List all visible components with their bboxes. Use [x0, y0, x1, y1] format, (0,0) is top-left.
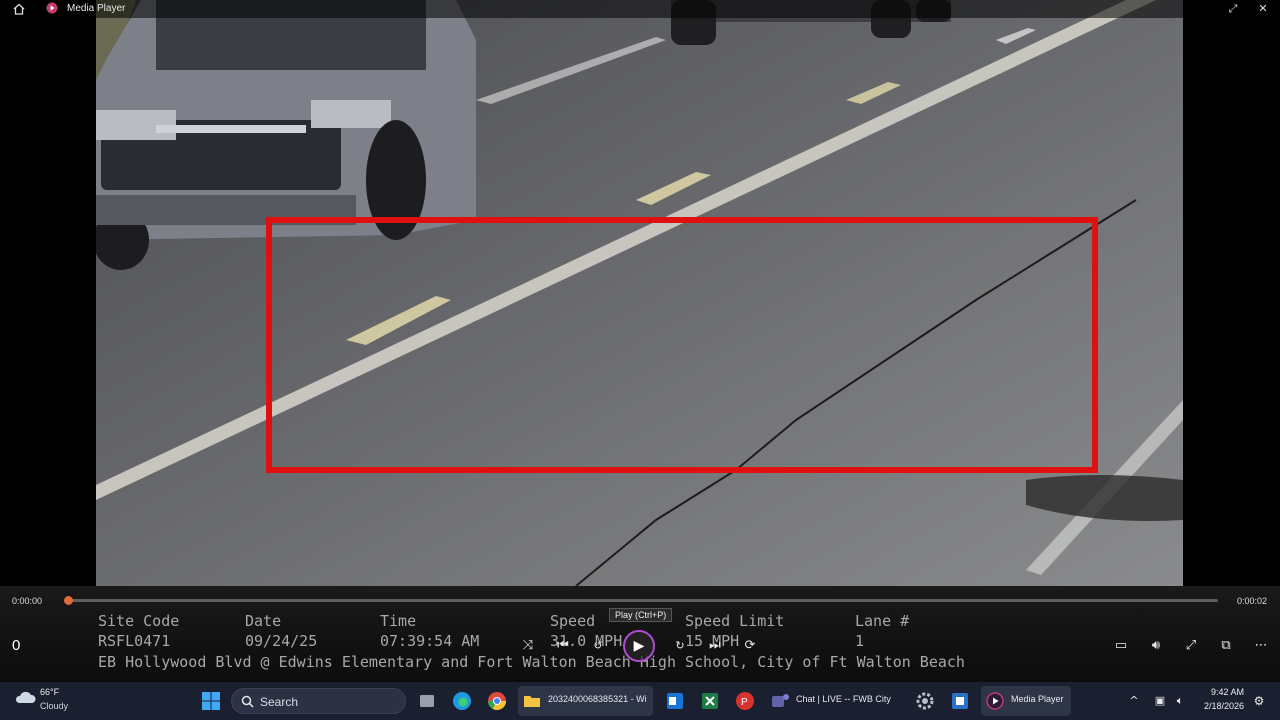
- title-bar: Media Player ⤢ ✕: [0, 0, 1280, 18]
- frame-counter: 0: [12, 637, 21, 654]
- video-frame[interactable]: [96, 0, 1183, 586]
- repeat-off-icon[interactable]: ⟳: [740, 636, 760, 656]
- forward-30-icon[interactable]: ↻: [670, 636, 690, 656]
- header-date: Date: [245, 612, 282, 630]
- restore-button[interactable]: ⤢: [1225, 1, 1241, 17]
- shuffle-icon[interactable]: ⤨: [518, 636, 538, 656]
- teams-icon: [772, 694, 789, 707]
- file-explorer-label: 2032400068385321 - Wi: [548, 694, 647, 704]
- svg-text:P: P: [741, 697, 748, 708]
- task-view-icon[interactable]: [415, 689, 439, 713]
- mini-player-icon[interactable]: ⧉: [1216, 636, 1236, 656]
- taskbar-file-explorer[interactable]: 2032400068385321 - Wi: [518, 686, 653, 716]
- acrobat-icon[interactable]: P: [733, 689, 757, 713]
- search-icon: [241, 695, 254, 708]
- taskbar-search[interactable]: Search: [231, 688, 406, 714]
- remote-app-icon[interactable]: [948, 689, 972, 713]
- value-site-code: RSFL0471: [98, 632, 171, 650]
- cloud-icon[interactable]: [14, 690, 36, 704]
- seek-thumb[interactable]: [64, 596, 73, 605]
- close-button[interactable]: ✕: [1255, 1, 1271, 17]
- value-time: 07:39:54 AM: [380, 632, 480, 650]
- total-time: 0:00:02: [1237, 596, 1268, 606]
- suv-vehicle: [96, 0, 476, 270]
- teams-chat-label: Chat | LIVE -- FWB City: [796, 694, 891, 704]
- header-speed: Speed: [550, 612, 596, 630]
- volume-icon[interactable]: 🔊︎: [1146, 636, 1166, 656]
- rewind-10-icon[interactable]: ↺: [588, 636, 608, 656]
- next-icon[interactable]: ⏭: [705, 636, 725, 656]
- weather-temp: 66°F: [40, 687, 60, 697]
- header-site-code: Site Code: [98, 612, 180, 630]
- taskbar: 66°F Cloudy Search 2032400068385321 - Wi…: [0, 682, 1280, 720]
- subtitles-icon[interactable]: ▭: [1111, 636, 1131, 656]
- home-icon[interactable]: [12, 2, 26, 16]
- chrome-icon[interactable]: [485, 689, 509, 713]
- header-time: Time: [380, 612, 417, 630]
- more-icon[interactable]: ⋯: [1251, 636, 1271, 656]
- clock-time[interactable]: 9:42 AM: [1200, 687, 1244, 697]
- previous-icon[interactable]: ⏮: [553, 636, 573, 656]
- weather-desc: Cloudy: [40, 701, 69, 711]
- media-player-label: Media Player: [1011, 694, 1064, 704]
- network-icon[interactable]: ▣: [1150, 691, 1170, 711]
- notification-gear-icon[interactable]: ⚙: [1249, 691, 1269, 711]
- outlook-icon[interactable]: [663, 689, 687, 713]
- header-speed-limit: Speed Limit: [685, 612, 785, 630]
- media-player-taskbar-icon: [986, 692, 1004, 710]
- value-date: 09/24/25: [245, 632, 318, 650]
- taskbar-media-player[interactable]: Media Player: [981, 686, 1071, 716]
- value-lane: 1: [855, 632, 865, 650]
- volume-muted-icon[interactable]: 🔈︎: [1170, 691, 1190, 711]
- play-icon: ▶: [633, 638, 645, 654]
- window-title: Media Player: [67, 3, 126, 14]
- fullscreen-icon[interactable]: ⤢: [1181, 636, 1201, 656]
- search-placeholder: Search: [260, 695, 299, 709]
- road-scene: [96, 0, 1183, 586]
- excel-icon[interactable]: [698, 689, 722, 713]
- media-player-app-icon: [46, 2, 58, 14]
- header-lane: Lane #: [855, 612, 910, 630]
- chevron-up-icon[interactable]: ^: [1124, 691, 1144, 711]
- seek-bar[interactable]: [68, 599, 1218, 602]
- clock-date[interactable]: 2/18/2026: [1196, 701, 1244, 711]
- play-button[interactable]: ▶: [623, 630, 655, 662]
- windows-start-icon[interactable]: [199, 689, 223, 713]
- play-tooltip: Play (Ctrl+P): [609, 608, 673, 622]
- current-time: 0:00:00: [12, 596, 43, 606]
- folder-icon: [524, 696, 540, 707]
- edge-icon[interactable]: [450, 689, 474, 713]
- settings-icon[interactable]: [913, 689, 937, 713]
- taskbar-teams-chat[interactable]: Chat | LIVE -- FWB City: [766, 686, 906, 716]
